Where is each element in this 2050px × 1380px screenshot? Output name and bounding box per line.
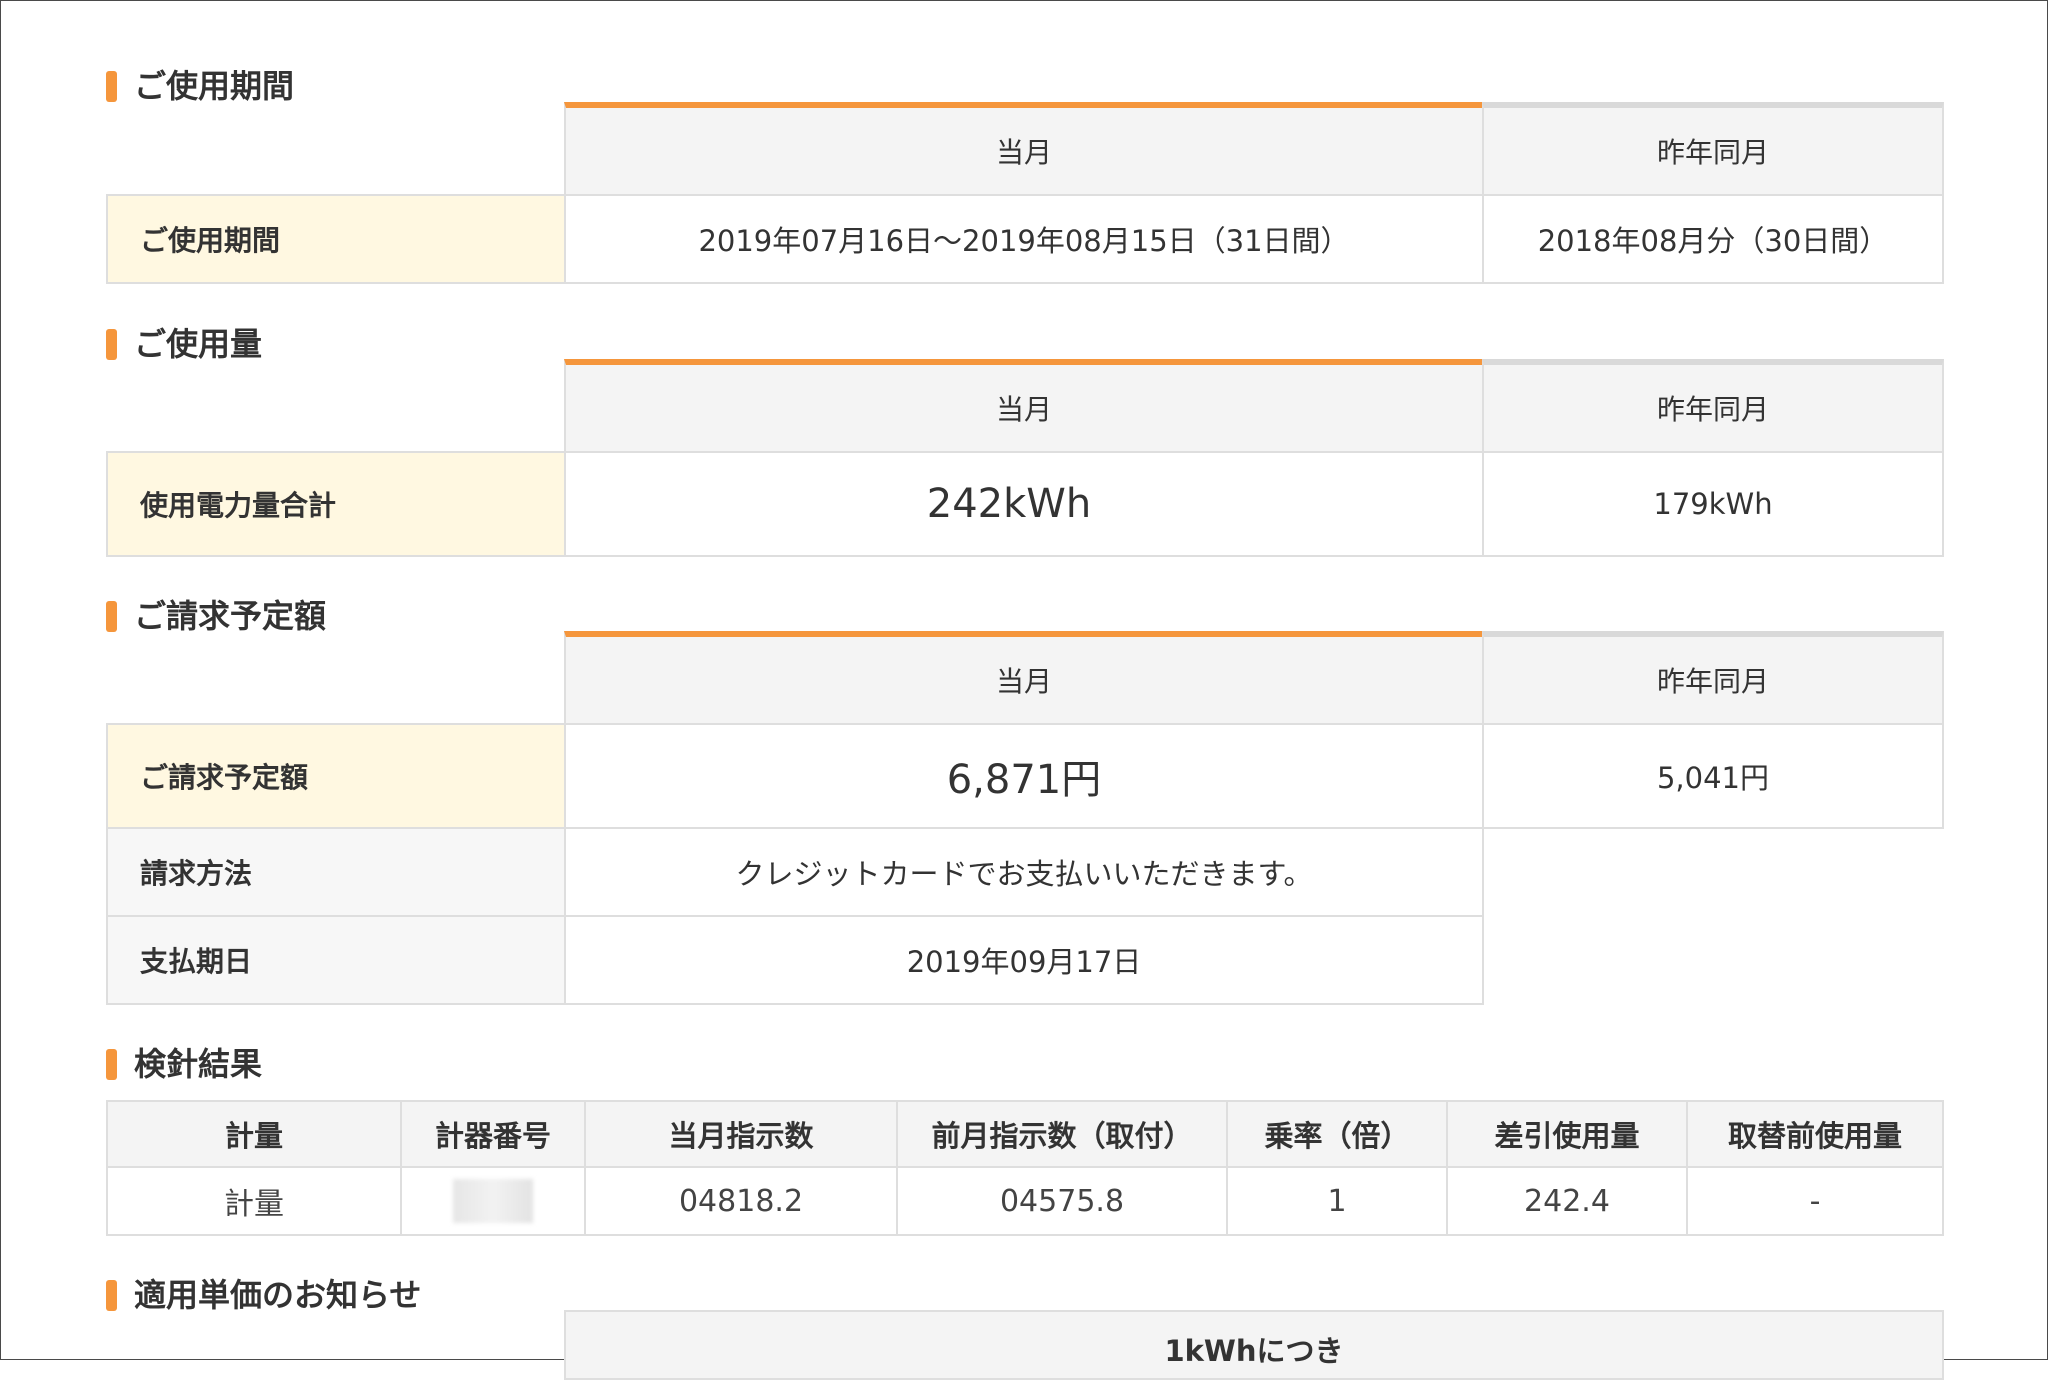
section-title-text: ご使用期間: [134, 67, 295, 105]
row-label-billing-amount: ご請求予定額: [106, 723, 566, 829]
meter-cell-before-replacement: -: [1686, 1166, 1944, 1236]
section-marker: [106, 1280, 117, 1311]
meter-cell-type: 計量: [106, 1166, 402, 1236]
section-title-period: ご使用期間: [106, 68, 294, 104]
meter-cell-multiplier: 1: [1226, 1166, 1448, 1236]
meter-cell-meter-number: [400, 1166, 586, 1236]
meter-header-current-reading: 当月指示数: [584, 1100, 898, 1168]
row-label-billing-method: 請求方法: [106, 827, 566, 917]
meter-cell-current-reading: 04818.2: [584, 1166, 898, 1236]
period-previous-value: 2018年08月分（30日間）: [1482, 194, 1944, 284]
section-marker: [106, 329, 117, 360]
section-title-text: ご使用量: [134, 325, 263, 363]
period-current-value: 2019年07月16日〜2019年08月15日（31日間）: [564, 194, 1484, 284]
section-title-meter: 検針結果: [106, 1046, 262, 1082]
meter-header-meter-number: 計器番号: [400, 1100, 586, 1168]
section-marker: [106, 71, 117, 102]
meter-header-before-replacement: 取替前使用量: [1686, 1100, 1944, 1168]
header-previous-year-month: 昨年同月: [1482, 631, 1944, 725]
header-previous-year-month: 昨年同月: [1482, 359, 1944, 453]
section-marker: [106, 601, 117, 632]
row-label-period: ご使用期間: [106, 194, 566, 284]
header-current-month: 当月: [564, 359, 1484, 453]
billing-previous-value: 5,041円: [1482, 723, 1944, 829]
header-previous-year-month: 昨年同月: [1482, 102, 1944, 196]
meter-header-usage: 差引使用量: [1446, 1100, 1688, 1168]
meter-header-type: 計量: [106, 1100, 402, 1168]
section-title-usage: ご使用量: [106, 326, 262, 362]
meter-cell-usage: 242.4: [1446, 1166, 1688, 1236]
due-date-value: 2019年09月17日: [564, 915, 1484, 1005]
meter-cell-previous-reading: 04575.8: [896, 1166, 1228, 1236]
billing-current-value: 6,871円: [564, 723, 1484, 829]
usage-current-value: 242kWh: [564, 451, 1484, 557]
meter-header-previous-reading: 前月指示数（取付）: [896, 1100, 1228, 1168]
row-label-due-date: 支払期日: [106, 915, 566, 1005]
row-label-total-usage: 使用電力量合計: [106, 451, 566, 557]
header-current-month: 当月: [564, 631, 1484, 725]
section-title-text: 適用単価のお知らせ: [134, 1276, 422, 1314]
unit-price-header: 1kWhにつき: [564, 1310, 1944, 1380]
billing-method-value: クレジットカードでお支払いいただきます。: [564, 827, 1484, 917]
meter-header-multiplier: 乗率（倍）: [1226, 1100, 1448, 1168]
section-title-billing: ご請求予定額: [106, 598, 326, 634]
section-title-unit-price: 適用単価のお知らせ: [106, 1277, 421, 1313]
header-current-month: 当月: [564, 102, 1484, 196]
section-marker: [106, 1049, 117, 1080]
redacted-meter-number: [453, 1179, 533, 1223]
section-title-text: ご請求予定額: [134, 597, 327, 635]
usage-previous-value: 179kWh: [1482, 451, 1944, 557]
section-title-text: 検針結果: [134, 1045, 263, 1083]
